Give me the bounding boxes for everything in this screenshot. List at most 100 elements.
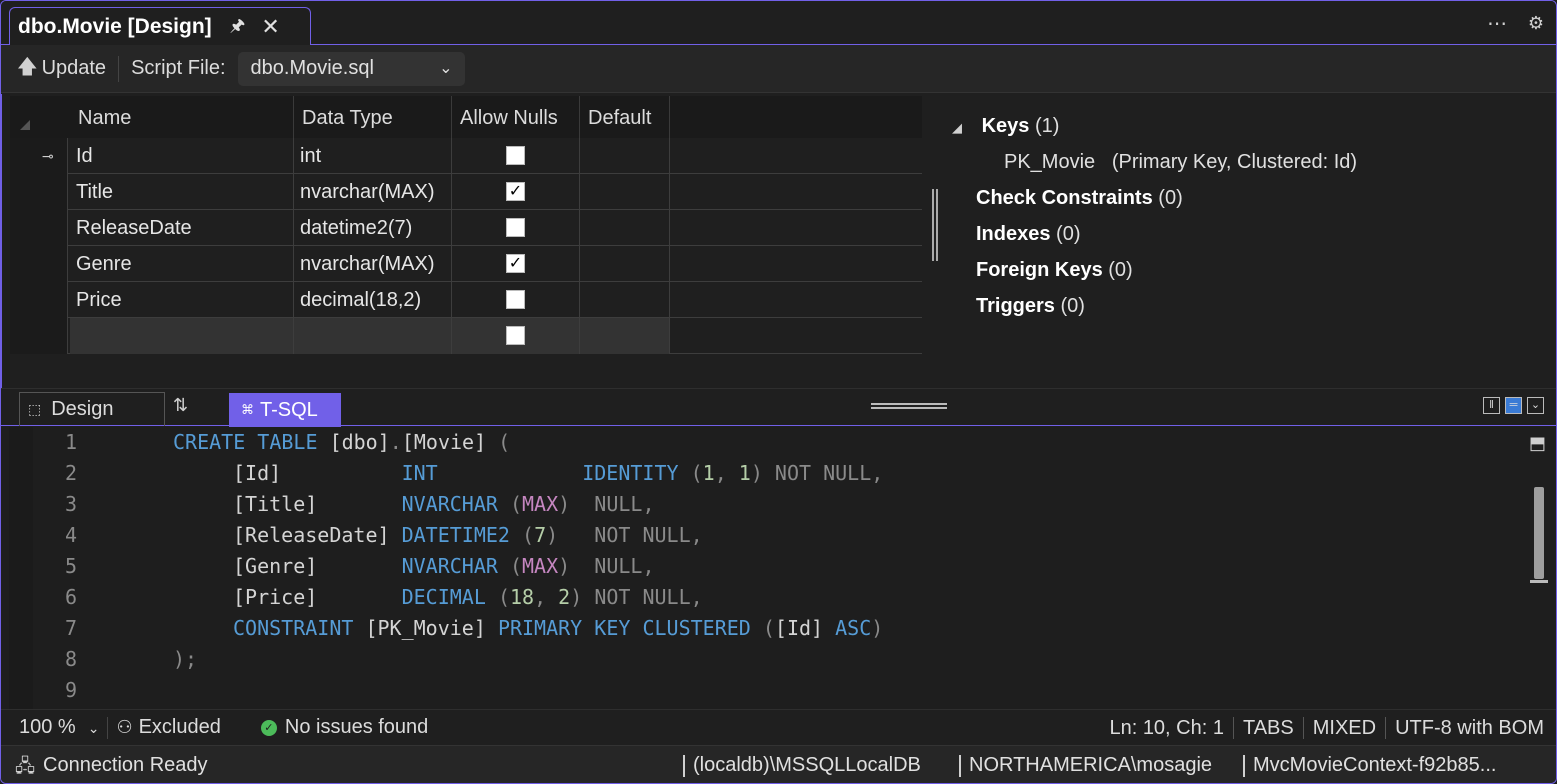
table-row[interactable]: ⊸ Id int — [10, 138, 922, 174]
vertical-scrollbar-thumb[interactable] — [1534, 487, 1544, 579]
status-divider — [1243, 755, 1245, 777]
column-header-allow-nulls[interactable]: Allow Nulls — [452, 96, 580, 138]
new-default-cell[interactable] — [580, 318, 670, 354]
default-value-cell[interactable] — [580, 174, 670, 210]
code-line-5: [Genre] NVARCHAR (MAX) NULL, — [233, 554, 655, 578]
default-value-cell[interactable] — [580, 282, 670, 318]
database-name[interactable]: MvcMovieContext-f92b85... — [1253, 754, 1496, 777]
file-encoding[interactable]: UTF-8 with BOM — [1395, 717, 1544, 740]
table-row[interactable]: Title nvarchar(MAX) ✓ — [10, 174, 922, 210]
collapse-triangle-icon[interactable]: ◢ — [952, 110, 976, 146]
tab-design[interactable]: ⬚ Design — [19, 392, 165, 426]
tsql-editor[interactable]: 1 2 3 4 5 6 7 8 9 CREATE TABLE [dbo].[Movie] ( [… — [1, 427, 1556, 709]
script-file-dropdown[interactable]: dbo.Movie.sql ⌄ — [237, 51, 465, 86]
column-name-cell[interactable]: ReleaseDate — [70, 210, 294, 246]
keys-label: Keys — [981, 115, 1030, 137]
excluded-status[interactable]: Excluded — [139, 716, 221, 739]
allow-nulls-checkbox[interactable]: ✓ — [506, 254, 525, 273]
new-nulls-cell[interactable] — [452, 318, 580, 354]
allow-nulls-checkbox[interactable] — [506, 146, 525, 165]
row-selector[interactable]: ⊸ — [10, 138, 68, 174]
allow-nulls-cell[interactable]: ✓ — [452, 246, 580, 282]
row-selector[interactable] — [10, 246, 68, 282]
table-row-new[interactable] — [10, 318, 922, 354]
close-icon[interactable]: ✕ — [261, 14, 279, 40]
data-type-cell[interactable]: int — [294, 138, 452, 174]
indent-mode[interactable]: TABS — [1243, 717, 1294, 740]
pin-icon[interactable]: 🖈 — [230, 13, 246, 42]
row-selector[interactable] — [10, 318, 68, 354]
chevron-down-icon: ⌄ — [87, 720, 100, 736]
table-row[interactable]: ReleaseDate datetime2(7) — [10, 210, 922, 246]
triggers-node[interactable]: Triggers (0) — [952, 288, 1357, 324]
line-endings[interactable]: MIXED — [1313, 717, 1376, 740]
allow-nulls-cell[interactable]: ✓ — [452, 174, 580, 210]
line-number: 2 — [64, 461, 77, 485]
check-circle-icon: ✓ — [260, 719, 277, 736]
keys-count: (1) — [1034, 115, 1060, 137]
column-header-data-type[interactable]: Data Type — [294, 96, 452, 138]
update-button[interactable]: Update — [42, 57, 107, 80]
column-header-name[interactable]: Name — [70, 96, 294, 138]
new-name-cell[interactable] — [70, 318, 294, 354]
default-value-cell[interactable] — [580, 246, 670, 282]
column-name-cell[interactable]: Id — [70, 138, 294, 174]
split-editor-icon[interactable]: ⬒ — [1529, 433, 1546, 454]
code-line-2: [Id] INT IDENTITY (1, 1) NOT NULL, — [233, 461, 884, 485]
default-value-cell[interactable] — [580, 210, 670, 246]
vertical-splitter[interactable] — [932, 189, 938, 261]
keys-node[interactable]: ◢ Keys (1) — [952, 108, 1357, 144]
more-options-icon[interactable]: ⋯ — [1487, 11, 1508, 36]
vertical-split-icon[interactable]: ‖ — [1483, 397, 1500, 414]
issues-status[interactable]: No issues found — [285, 716, 428, 739]
row-selector[interactable] — [10, 282, 68, 318]
triggers-label: Triggers — [976, 295, 1055, 317]
designer-window: dbo.Movie [Design] 🖈 ✕ ⋯ ⚙ 🡅 Update Scri… — [0, 0, 1557, 784]
collapse-pane-icon[interactable]: ⌄ — [1527, 397, 1544, 414]
swap-panes-icon[interactable]: ⇅ — [173, 395, 188, 416]
check-constraints-node[interactable]: Check Constraints (0) — [952, 180, 1357, 216]
pk-node[interactable]: PK_Movie (Primary Key, Clustered: Id) — [952, 144, 1357, 180]
table-row[interactable]: Price decimal(18,2) — [10, 282, 922, 318]
data-type-cell[interactable]: nvarchar(MAX) — [294, 174, 452, 210]
new-type-cell[interactable] — [294, 318, 452, 354]
gear-icon[interactable]: ⚙ — [1528, 13, 1544, 34]
allow-nulls-cell[interactable] — [452, 138, 580, 174]
table-properties: ◢ Keys (1) PK_Movie (Primary Key, Cluste… — [952, 108, 1357, 324]
allow-nulls-cell[interactable] — [452, 210, 580, 246]
allow-nulls-checkbox[interactable] — [506, 290, 525, 309]
status-bar: 🖧 Connection Ready (localdb)\MSSQLLocalD… — [1, 745, 1556, 783]
data-type-cell[interactable]: decimal(18,2) — [294, 282, 452, 318]
pane-resize-grip[interactable] — [871, 403, 947, 409]
server-name[interactable]: (localdb)\MSSQLLocalDB — [693, 754, 921, 777]
indexes-node[interactable]: Indexes (0) — [952, 216, 1357, 252]
row-selector[interactable] — [10, 210, 68, 246]
code-line-6: [Price] DECIMAL (18, 2) NOT NULL, — [233, 585, 703, 609]
select-all-corner[interactable] — [20, 120, 30, 130]
foreign-keys-node[interactable]: Foreign Keys (0) — [952, 252, 1357, 288]
zoom-dropdown[interactable]: 100 % ⌄ — [19, 716, 99, 739]
allow-nulls-cell[interactable] — [452, 282, 580, 318]
pk-name: PK_Movie — [1004, 151, 1096, 173]
column-name-cell[interactable]: Genre — [70, 246, 294, 282]
table-row[interactable]: Genre nvarchar(MAX) ✓ — [10, 246, 922, 282]
zoom-value: 100 % — [19, 716, 76, 738]
default-value-cell[interactable] — [580, 138, 670, 174]
document-tab[interactable]: dbo.Movie [Design] 🖈 ✕ — [9, 7, 311, 46]
column-header-default[interactable]: Default — [580, 96, 670, 138]
column-name-cell[interactable]: Price — [70, 282, 294, 318]
allow-nulls-checkbox[interactable] — [506, 326, 525, 345]
column-name-cell[interactable]: Title — [70, 174, 294, 210]
status-separator — [107, 716, 109, 739]
allow-nulls-checkbox[interactable]: ✓ — [506, 182, 525, 201]
user-name[interactable]: NORTHAMERICA\mosagie — [969, 754, 1212, 777]
allow-nulls-checkbox[interactable] — [506, 218, 525, 237]
data-type-cell[interactable]: nvarchar(MAX) — [294, 246, 452, 282]
cursor-position[interactable]: Ln: 10, Ch: 1 — [1109, 717, 1224, 740]
row-selector[interactable] — [10, 174, 68, 210]
data-type-cell[interactable]: datetime2(7) — [294, 210, 452, 246]
tab-tsql[interactable]: ⌘ T-SQL — [229, 393, 341, 427]
triggers-count: (0) — [1060, 295, 1085, 317]
horizontal-split-icon[interactable]: ═ — [1505, 397, 1522, 414]
script-file-value: dbo.Movie.sql — [250, 57, 374, 79]
